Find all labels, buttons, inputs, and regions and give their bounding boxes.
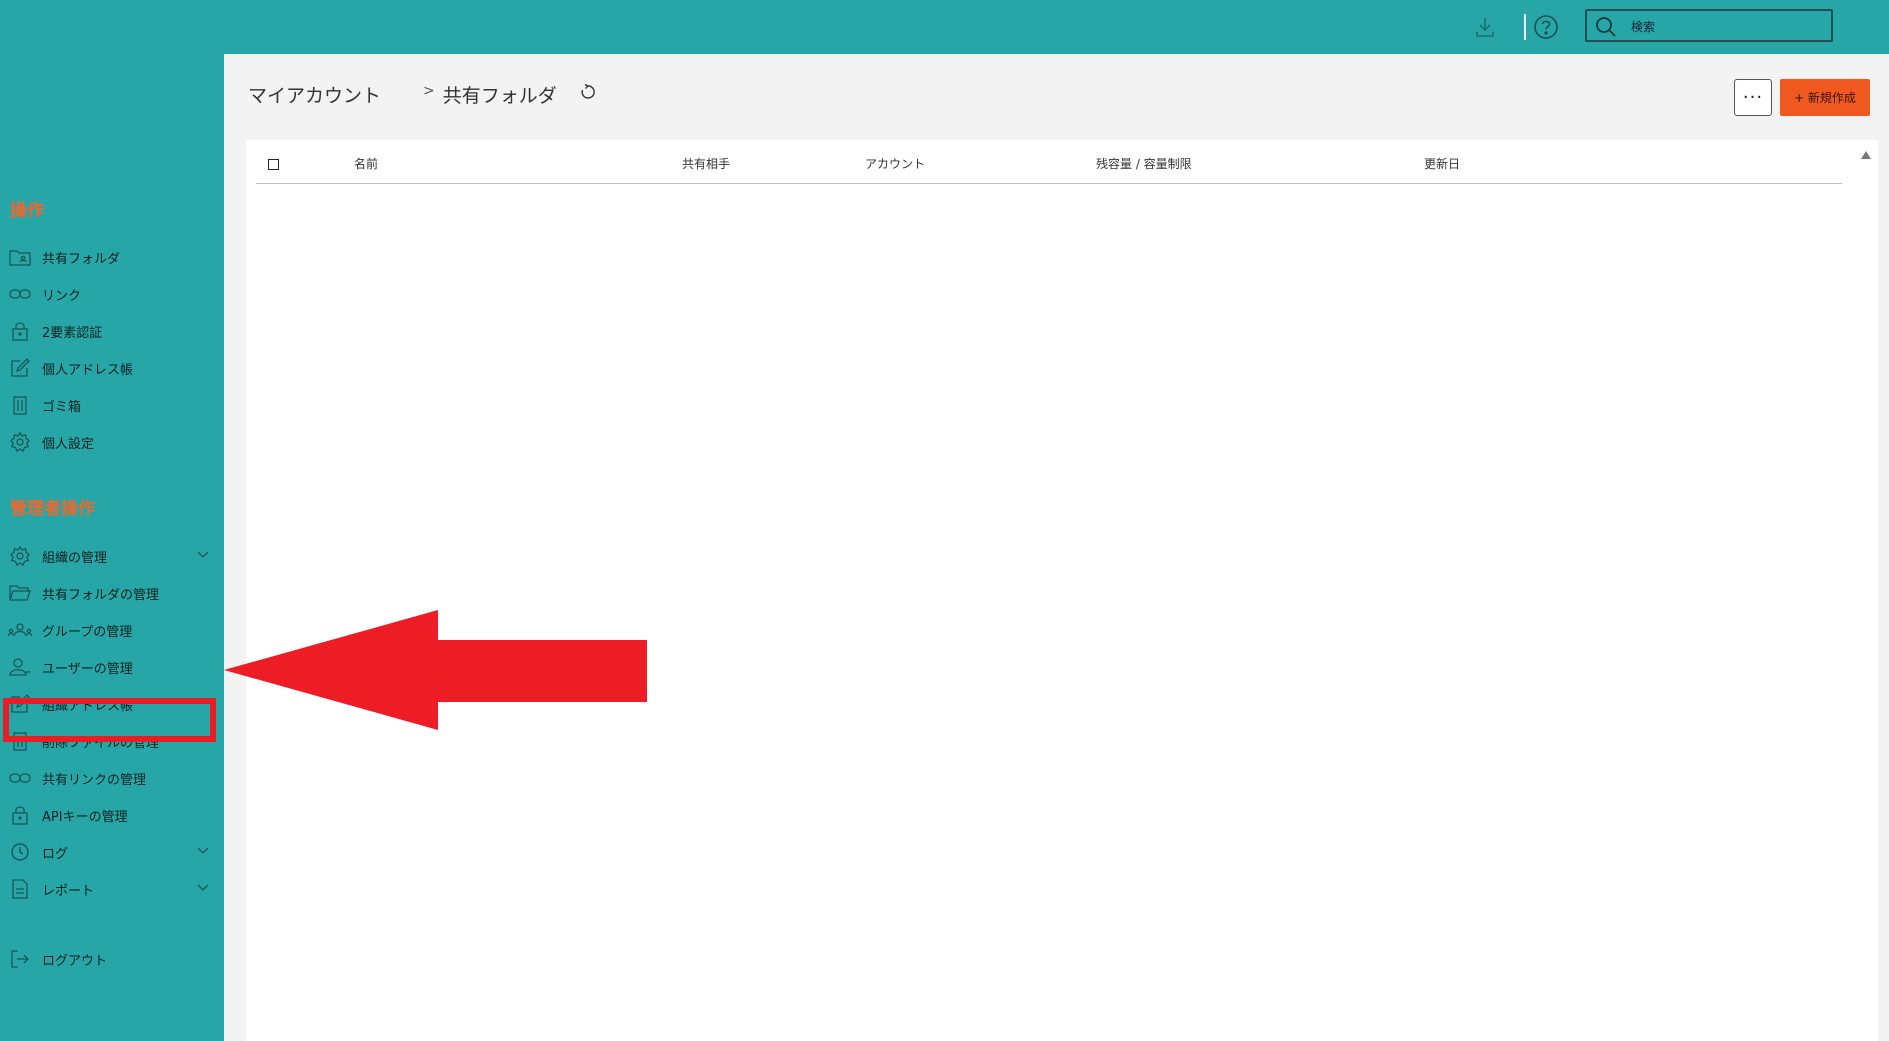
sidebar-item-link[interactable]: リンク xyxy=(8,279,220,309)
sidebar-item-group-management[interactable]: グループの管理 xyxy=(8,615,220,645)
user-icon xyxy=(8,656,32,678)
sidebar-item-log[interactable]: ログ xyxy=(8,837,220,867)
sidebar-item-label: グループの管理 xyxy=(42,624,133,640)
annotation-arrow-icon xyxy=(224,610,647,730)
annotation-highlight-box xyxy=(3,698,216,742)
section-title-admin: 管理者操作 xyxy=(10,499,95,519)
sidebar-item-shared-folder-management[interactable]: 共有フォルダの管理 xyxy=(8,578,220,608)
document-icon xyxy=(8,878,32,900)
chevron-down-icon[interactable] xyxy=(196,549,210,559)
sidebar-item-label: ゴミ箱 xyxy=(42,399,82,415)
sidebar: 操作 共有フォルダ リンク 2要素認証 個人アドレス帳 ゴミ箱 個人設定 管理者… xyxy=(0,54,224,1041)
sidebar-item-label: 組織の管理 xyxy=(42,550,108,566)
sidebar-item-trash[interactable]: ゴミ箱 xyxy=(8,390,220,420)
file-table: 名前 共有相手 アカウント 残容量 / 容量制限 更新日 xyxy=(246,140,1878,1041)
sidebar-item-report[interactable]: レポート xyxy=(8,874,220,904)
breadcrumb: マイアカウント > 共有フォルダ xyxy=(248,81,597,108)
search-box[interactable] xyxy=(1585,9,1833,42)
sidebar-item-label: リンク xyxy=(42,288,82,304)
clock-icon xyxy=(8,841,32,863)
sidebar-item-label: APIキーの管理 xyxy=(42,809,128,825)
group-icon xyxy=(8,619,32,641)
column-header-capacity[interactable]: 残容量 / 容量制限 xyxy=(1096,155,1192,172)
sidebar-item-label: 共有リンクの管理 xyxy=(42,772,147,788)
sidebar-item-label: 共有フォルダの管理 xyxy=(42,587,160,603)
sidebar-item-user-management[interactable]: ユーザーの管理 xyxy=(8,652,220,682)
scroll-up-arrow-icon[interactable] xyxy=(1860,150,1872,160)
sidebar-item-personal-addressbook[interactable]: 個人アドレス帳 xyxy=(8,353,220,383)
sidebar-item-personal-settings[interactable]: 個人設定 xyxy=(8,427,220,457)
sidebar-item-shared-link-management[interactable]: 共有リンクの管理 xyxy=(8,763,220,793)
chevron-down-icon[interactable] xyxy=(196,882,210,892)
help-icon[interactable] xyxy=(1531,12,1561,42)
sidebar-item-label: レポート xyxy=(42,883,95,899)
sidebar-item-label: ログ xyxy=(42,846,69,862)
more-options-button[interactable]: ··· xyxy=(1734,79,1772,116)
search-icon xyxy=(1596,17,1616,37)
lock-icon xyxy=(8,320,32,342)
logout-button[interactable]: ログアウト xyxy=(8,944,220,974)
sidebar-item-org-management[interactable]: 組織の管理 xyxy=(8,541,220,571)
breadcrumb-separator-icon: > xyxy=(423,82,435,99)
trash-icon xyxy=(8,394,32,416)
edit-icon xyxy=(8,357,32,379)
link-icon xyxy=(8,767,32,789)
top-divider xyxy=(1524,14,1526,40)
gear-icon xyxy=(8,545,32,567)
breadcrumb-shared-folder: 共有フォルダ xyxy=(442,85,557,107)
logout-icon xyxy=(8,948,32,970)
sidebar-item-label: ユーザーの管理 xyxy=(42,661,133,677)
breadcrumb-my-account[interactable]: マイアカウント xyxy=(248,81,381,108)
shared-folder-icon xyxy=(8,246,32,268)
sidebar-item-2fa[interactable]: 2要素認証 xyxy=(8,316,220,346)
main-content: マイアカウント > 共有フォルダ ··· + 新規作成 名前 共有相手 アカウン… xyxy=(224,54,1889,1041)
folder-open-icon xyxy=(8,582,32,604)
column-header-name[interactable]: 名前 xyxy=(354,155,378,172)
link-icon xyxy=(8,283,32,305)
logout-label: ログアウト xyxy=(42,953,108,969)
sidebar-item-label: 共有フォルダ xyxy=(42,251,121,267)
refresh-icon[interactable] xyxy=(579,83,597,101)
select-all-checkbox[interactable] xyxy=(268,159,279,170)
gear-icon xyxy=(8,431,32,453)
sidebar-item-label: 個人アドレス帳 xyxy=(42,362,134,378)
section-title-ops: 操作 xyxy=(10,201,44,221)
new-create-button[interactable]: + 新規作成 xyxy=(1780,79,1870,116)
search-input[interactable] xyxy=(1629,15,1823,39)
column-header-updated[interactable]: 更新日 xyxy=(1424,155,1460,172)
table-header: 名前 共有相手 アカウント 残容量 / 容量制限 更新日 xyxy=(256,140,1842,184)
download-icon[interactable] xyxy=(1470,12,1500,42)
sidebar-item-label: 個人設定 xyxy=(42,436,95,452)
column-header-account[interactable]: アカウント xyxy=(865,155,925,172)
sidebar-item-label: 2要素認証 xyxy=(42,325,103,341)
lock-icon xyxy=(8,804,32,826)
chevron-down-icon[interactable] xyxy=(196,845,210,855)
sidebar-item-shared-folder[interactable]: 共有フォルダ xyxy=(8,242,220,272)
sidebar-item-api-key-management[interactable]: APIキーの管理 xyxy=(8,800,220,830)
top-bar xyxy=(0,0,1889,54)
column-header-shared-with[interactable]: 共有相手 xyxy=(682,155,730,172)
